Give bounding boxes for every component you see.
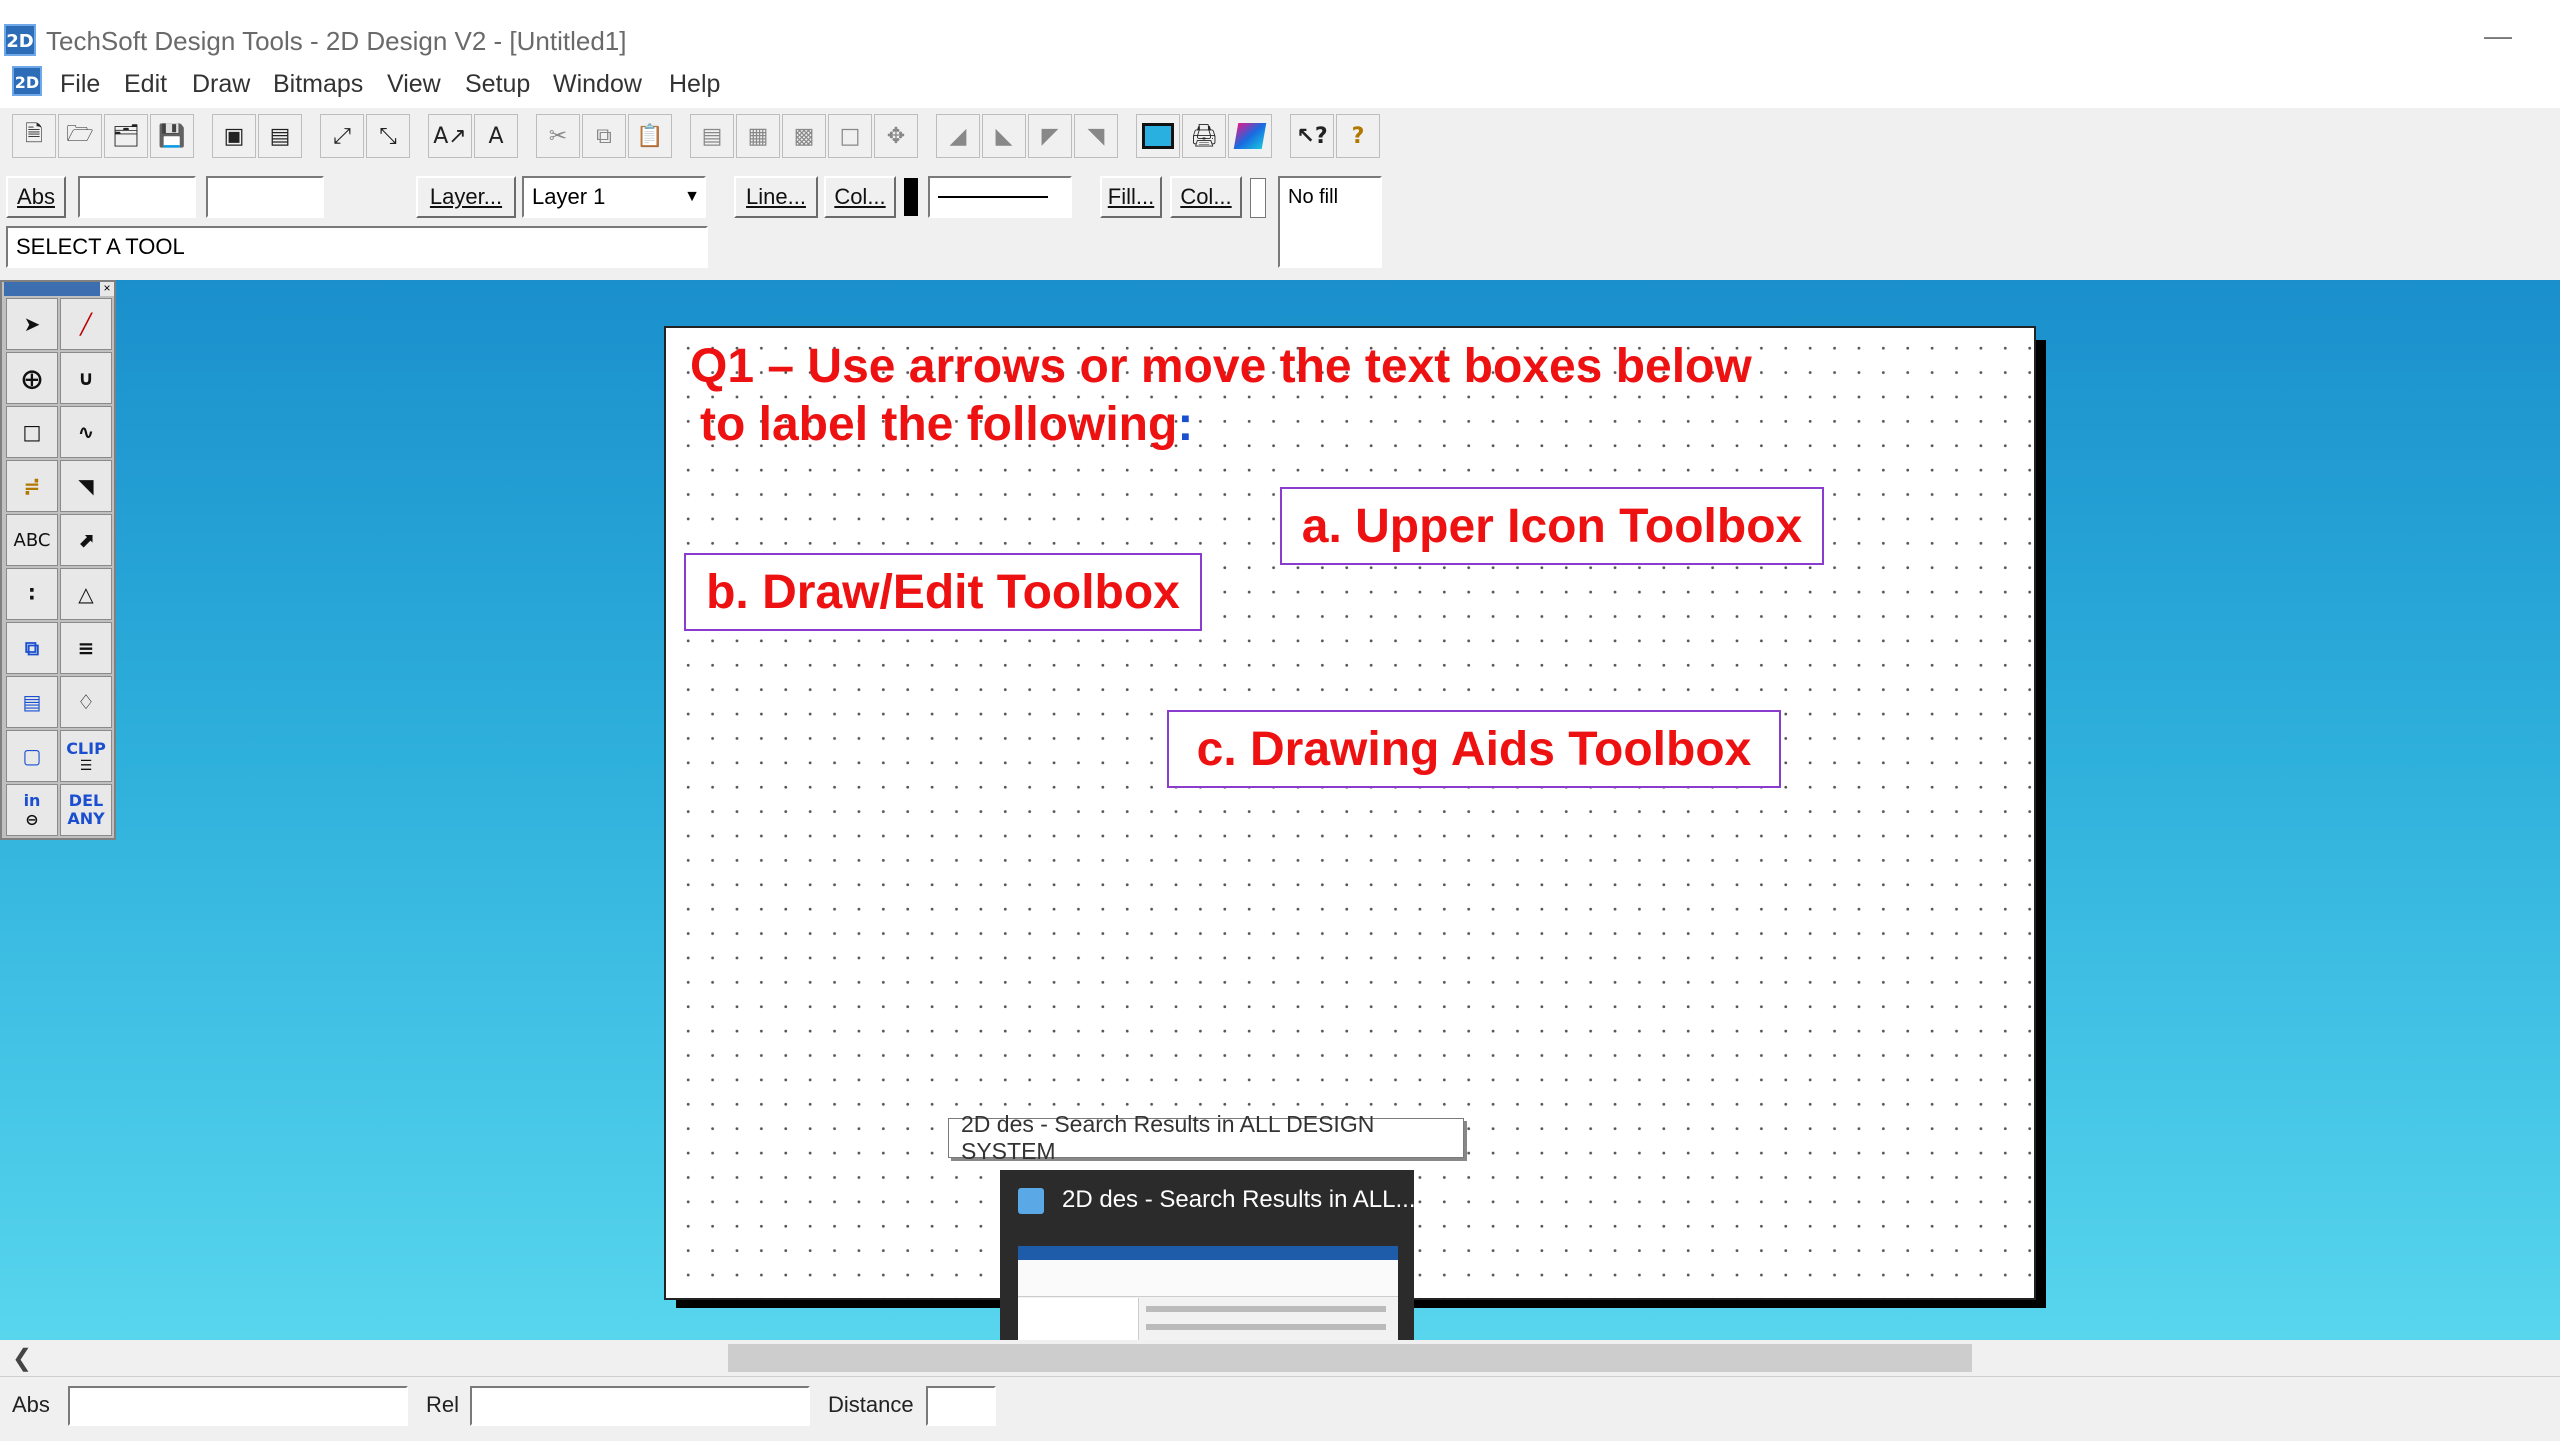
copy-icon[interactable]: ⧉ (582, 114, 626, 158)
label-box-b[interactable]: b. Draw/Edit Toolbox (684, 553, 1202, 631)
send-back-icon[interactable]: ◥ (1074, 114, 1118, 158)
transform-tool-icon[interactable]: △ (60, 568, 112, 620)
open-folder-icon[interactable]: 🗁 (58, 114, 102, 158)
points-tool-icon[interactable]: ∶ (6, 568, 58, 620)
menu-setup[interactable]: Setup (465, 70, 530, 99)
label-box-c[interactable]: c. Drawing Aids Toolbox (1167, 710, 1781, 788)
taskbar-tooltip: 2D des - Search Results in ALL DESIGN SY… (948, 1111, 1464, 1164)
question-line-2: to label the following: (700, 398, 1194, 451)
bring-front-icon[interactable]: ◤ (1028, 114, 1072, 158)
menu-window[interactable]: Window (553, 70, 642, 99)
layer-button[interactable]: Layer... (416, 176, 516, 218)
fill-style-box[interactable]: No fill (1278, 176, 1382, 268)
status-rel-label: Rel (426, 1392, 460, 1417)
save-icon[interactable]: 💾 (150, 114, 194, 158)
folder-icon (1018, 1188, 1044, 1214)
zoom-window-icon[interactable]: ⤢ (320, 114, 364, 158)
document-icon[interactable]: 2D (12, 66, 42, 96)
menu-help[interactable]: Help (669, 70, 720, 99)
x-coordinate-field[interactable] (78, 176, 196, 218)
fill-colour-swatch (1250, 178, 1266, 218)
hatch-tool-icon[interactable]: ◥ (60, 460, 112, 512)
status-distance-field (926, 1386, 996, 1426)
prompt-line: SELECT A TOOL (6, 226, 708, 268)
open-recent-icon[interactable]: 🗂 (104, 114, 148, 158)
align-icon[interactable]: ▩ (782, 114, 826, 158)
clip-tool[interactable]: CLIP ☰ (60, 730, 112, 782)
app-logo-icon: 2D (4, 24, 36, 56)
3d-view-icon[interactable] (1228, 114, 1272, 158)
context-help-icon[interactable]: ↖? (1290, 114, 1334, 158)
help-icon[interactable]: ? (1336, 114, 1380, 158)
status-rel-field (470, 1386, 810, 1426)
copy-group-tool-icon[interactable]: ⧉ (6, 622, 58, 674)
label-box-a[interactable]: a. Upper Icon Toolbox (1280, 487, 1824, 565)
circle-tool-icon[interactable]: ⨁ (6, 352, 58, 404)
layer-up-icon[interactable]: ◢ (936, 114, 980, 158)
scrollbar-thumb[interactable] (728, 1344, 1972, 1372)
offset-tool-icon[interactable]: ≓ (6, 460, 58, 512)
rectangle-tool-icon[interactable]: □ (6, 406, 58, 458)
menu-edit[interactable]: Edit (124, 70, 167, 99)
grid-icon[interactable]: ▦ (736, 114, 780, 158)
fillet-tool-icon[interactable]: ▢ (6, 730, 58, 782)
question-line-1: Q1 – Use arrows or move the text boxes b… (690, 340, 1752, 393)
save-symbol-icon[interactable]: ▣ (212, 114, 256, 158)
line-colour-button[interactable]: Col... (824, 176, 896, 218)
text-tool[interactable]: ABC (6, 514, 58, 566)
close-icon[interactable]: × (100, 282, 114, 296)
toolbox-title-strip[interactable] (4, 282, 112, 296)
insert-tool[interactable]: in ⊖ (6, 784, 58, 836)
status-abs-label: Abs (12, 1392, 50, 1417)
scale-tool-icon[interactable]: ▤ (6, 676, 58, 728)
paste-icon[interactable]: 📋 (628, 114, 672, 158)
print-icon[interactable]: 🖨 (1182, 114, 1226, 158)
thumbnail-title: 2D des - Search Results in ALL... (1062, 1186, 1416, 1213)
menu-draw[interactable]: Draw (192, 70, 250, 99)
select-page-icon[interactable]: ▤ (690, 114, 734, 158)
fill-button[interactable]: Fill... (1100, 176, 1162, 218)
delete-any-tool[interactable]: DEL ANY (60, 784, 112, 836)
load-symbol-icon[interactable]: ▤ (258, 114, 302, 158)
line-style-select[interactable] (928, 176, 1072, 218)
line-button[interactable]: Line... (734, 176, 818, 218)
curve-tool-icon[interactable]: ∿ (60, 406, 112, 458)
eraser-tool-icon[interactable]: ♢ (60, 676, 112, 728)
abs-button[interactable]: Abs (6, 176, 66, 218)
move-icon[interactable]: ✥ (874, 114, 918, 158)
arc-tool-icon[interactable]: ∪ (60, 352, 112, 404)
zoom-fit-icon[interactable]: ⤡ (366, 114, 410, 158)
dimension-tool-icon[interactable]: ⬈ (60, 514, 112, 566)
menu-file[interactable]: File (60, 70, 100, 99)
menu-bitmaps[interactable]: Bitmaps (273, 70, 363, 99)
line-tool-icon[interactable]: ╱ (60, 298, 112, 350)
window-title: TechSoft Design Tools - 2D Design V2 - [… (46, 26, 627, 56)
select-arrow-icon[interactable]: ➤ (6, 298, 58, 350)
new-file-icon[interactable]: 🗎 (12, 114, 56, 158)
minimize-icon[interactable]: — (2484, 20, 2514, 51)
layer-down-icon[interactable]: ◣ (982, 114, 1026, 158)
snap-icon[interactable]: □ (828, 114, 872, 158)
chevron-down-icon[interactable]: ▼ (684, 188, 700, 206)
text-style-icon[interactable]: A↗ (428, 114, 472, 158)
text-outline-icon[interactable]: A (474, 114, 518, 158)
menu-bar (0, 64, 2560, 109)
fill-colour-button[interactable]: Col... (1170, 176, 1242, 218)
array-tool-icon[interactable]: ≡ (60, 622, 112, 674)
menu-view[interactable]: View (387, 70, 441, 99)
screen-icon[interactable] (1136, 114, 1180, 158)
layer-select-value: Layer 1 (532, 184, 606, 209)
y-coordinate-field[interactable] (206, 176, 324, 218)
line-colour-swatch (904, 178, 918, 216)
layer-select[interactable]: Layer 1 ▼ (522, 176, 706, 218)
question-text[interactable]: Q1 – Use arrows or move the text boxes b… (690, 338, 1752, 454)
status-distance-label: Distance (828, 1392, 914, 1417)
scroll-left-icon[interactable]: ❮ (12, 1344, 32, 1373)
status-abs-field (68, 1386, 408, 1426)
cut-icon[interactable]: ✂ (536, 114, 580, 158)
